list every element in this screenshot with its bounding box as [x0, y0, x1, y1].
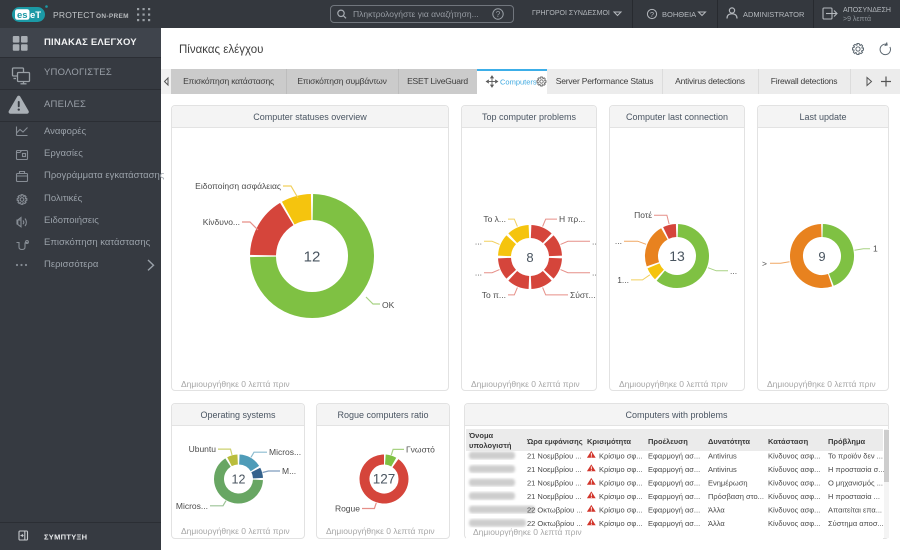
svg-text:Η προστασία ...: Η προστασία ... [828, 492, 880, 501]
svg-text:Σύστημα αποσ...: Σύστημα αποσ... [828, 519, 884, 528]
svg-text:...: ... [615, 236, 622, 246]
svg-text:ΑΠΟΣΥΝΔΕΣΗ: ΑΠΟΣΥΝΔΕΣΗ [843, 7, 891, 14]
svg-text:Κίνδυνος ασφ...: Κίνδυνος ασφ... [768, 452, 820, 461]
svg-text:...: ... [592, 236, 596, 246]
svg-text:ΣΥΜΠΤΥΞΗ: ΣΥΜΠΤΥΞΗ [44, 533, 87, 542]
svg-text:12: 12 [304, 249, 321, 266]
svg-text:Κατάσταση: Κατάσταση [768, 437, 809, 446]
svg-text:>: > [762, 258, 767, 268]
svg-text:Προέλευση: Προέλευση [648, 437, 688, 446]
svg-text:Εφαρμογή ασ...: Εφαρμογή ασ... [648, 506, 700, 515]
svg-text:9: 9 [818, 249, 825, 264]
svg-text:Πρόσβαση στο...: Πρόσβαση στο... [708, 492, 764, 501]
svg-text:Δυνατότητα: Δυνατότητα [708, 437, 750, 446]
svg-text:Antivirus: Antivirus [708, 465, 737, 474]
svg-text:Κρίσιμο σφ...: Κρίσιμο σφ... [599, 506, 643, 515]
svg-text:Ειδοποίηση ασφάλειας: Ειδοποίηση ασφάλειας [195, 181, 281, 191]
svg-text:Απαιτείται επα...: Απαιτείται επα... [828, 506, 882, 515]
svg-text:Κίνδυνος ασφ...: Κίνδυνος ασφ... [768, 465, 820, 474]
svg-text:Κρίσιμο σφ...: Κρίσιμο σφ... [599, 452, 643, 461]
svg-text:Πρόβλημα: Πρόβλημα [828, 437, 866, 446]
svg-text:Κρίσιμο σφ...: Κρίσιμο σφ... [599, 519, 643, 528]
svg-text:Η προστασία σ...: Η προστασία σ... [828, 465, 885, 474]
svg-text:Ποτέ: Ποτέ [634, 210, 652, 220]
svg-text:Πληκτρολογήστε για αναζήτηση..: Πληκτρολογήστε για αναζήτηση... [353, 9, 479, 19]
svg-text:Άλλα: Άλλα [708, 519, 725, 528]
svg-text:Εφαρμογή ασ...: Εφαρμογή ασ... [648, 519, 700, 528]
svg-text:Όνομα: Όνομα [468, 431, 494, 440]
svg-text:M...: M... [282, 466, 296, 476]
svg-text:13: 13 [669, 248, 685, 264]
svg-text:υπολογιστή: υπολογιστή [469, 441, 512, 450]
svg-text:Ενημέρωση: Ενημέρωση [708, 479, 748, 488]
svg-text:21 Νοεμβρίου ...: 21 Νοεμβρίου ... [527, 452, 582, 461]
svg-text:1...: 1... [617, 275, 629, 285]
svg-text:...: ... [592, 268, 596, 278]
svg-text:?: ? [496, 10, 501, 19]
svg-text:Το προϊόν δεν ...: Το προϊόν δεν ... [828, 452, 883, 461]
svg-text:...: ... [475, 236, 482, 246]
svg-text:Computers: Computers [500, 78, 537, 87]
svg-text:Το π...: Το π... [482, 290, 506, 300]
svg-text:Το λ...: Το λ... [483, 214, 506, 224]
svg-text:...: ... [730, 266, 737, 276]
svg-text:21 Νοεμβρίου ...: 21 Νοεμβρίου ... [527, 492, 582, 501]
svg-text:>9 λεπτά: >9 λεπτά [843, 15, 871, 23]
svg-text:ADMINISTRATOR: ADMINISTRATOR [743, 10, 805, 19]
svg-text:Εφαρμογή ασ...: Εφαρμογή ασ... [648, 492, 700, 501]
svg-text:Κίνδυνος ασφ...: Κίνδυνος ασφ... [768, 479, 820, 488]
svg-text:Ο μηχανισμός ...: Ο μηχανισμός ... [828, 479, 883, 488]
svg-text:127: 127 [373, 472, 396, 487]
svg-text:21 Νοεμβρίου ...: 21 Νοεμβρίου ... [527, 479, 582, 488]
svg-text:1: 1 [873, 244, 878, 254]
svg-text:Micros...: Micros... [176, 501, 208, 511]
svg-text:Κίνδυνο...: Κίνδυνο... [203, 217, 240, 227]
svg-text:Η πρ...: Η πρ... [559, 214, 585, 224]
svg-text:12: 12 [232, 473, 246, 487]
svg-text:Εφαρμογή ασ...: Εφαρμογή ασ... [648, 452, 700, 461]
svg-text:Ώρα εμφάνισης: Ώρα εμφάνισης [526, 437, 583, 446]
svg-text:...: ... [475, 268, 482, 278]
svg-text:Antivirus: Antivirus [708, 452, 737, 461]
svg-text:Γνωστό: Γνωστό [406, 444, 435, 454]
svg-text:Κίνδυνος ασφ...: Κίνδυνος ασφ... [768, 519, 820, 528]
svg-text:Άλλα: Άλλα [708, 506, 725, 515]
svg-text:ΒΟΗΘΕΙΑ: ΒΟΗΘΕΙΑ [662, 10, 696, 19]
svg-text:Κρίσιμο σφ...: Κρίσιμο σφ... [599, 465, 643, 474]
svg-text:Κρισιμότητα: Κρισιμότητα [587, 437, 631, 446]
svg-text:Ubuntu: Ubuntu [189, 444, 217, 454]
svg-text:22 Οκτωβρίου ...: 22 Οκτωβρίου ... [527, 506, 583, 515]
svg-text:8: 8 [526, 250, 533, 265]
svg-text:OK: OK [382, 300, 395, 310]
svg-text:Εφαρμογή ασ...: Εφαρμογή ασ... [648, 465, 700, 474]
svg-text:Κίνδυνος ασφ...: Κίνδυνος ασφ... [768, 506, 820, 515]
svg-text:21 Νοεμβρίου ...: 21 Νοεμβρίου ... [527, 465, 582, 474]
svg-text:Κρίσιμο σφ...: Κρίσιμο σφ... [599, 492, 643, 501]
svg-text:?: ? [650, 10, 654, 19]
svg-text:Εφαρμογή ασ...: Εφαρμογή ασ... [648, 479, 700, 488]
svg-text:Rogue: Rogue [335, 503, 360, 513]
svg-text:Σύστ...: Σύστ... [570, 290, 596, 300]
svg-text:Micros...: Micros... [269, 447, 301, 457]
svg-text:Κίνδυνος ασφ...: Κίνδυνος ασφ... [768, 492, 820, 501]
svg-text:Κρίσιμο σφ...: Κρίσιμο σφ... [599, 479, 643, 488]
